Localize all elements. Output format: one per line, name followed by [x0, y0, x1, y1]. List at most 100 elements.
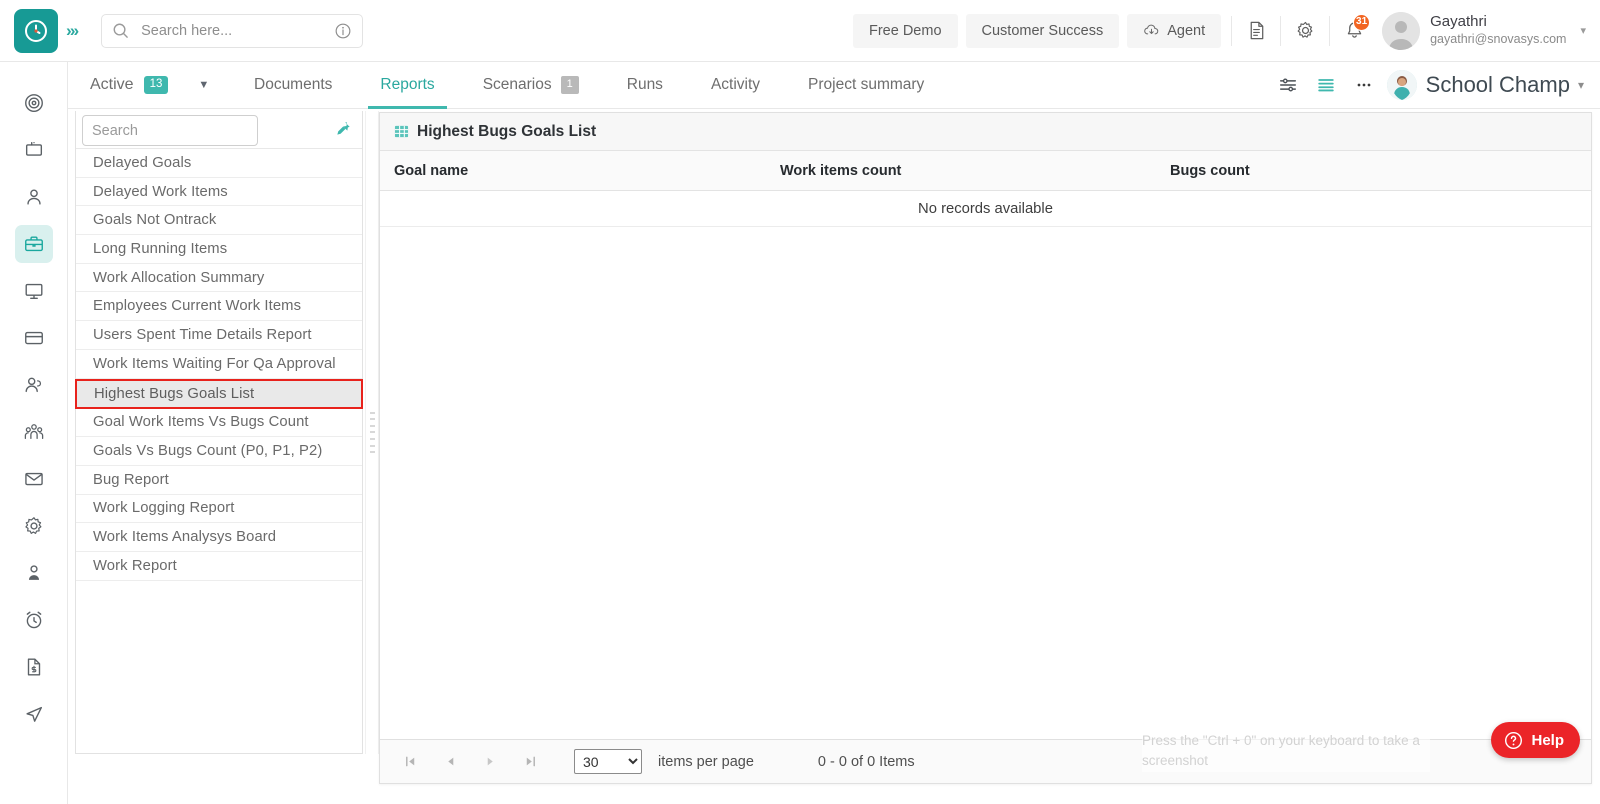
sidebar-item-mail[interactable] — [15, 460, 53, 498]
info-icon[interactable] — [334, 22, 352, 40]
search-icon — [112, 22, 129, 39]
presentation-icon — [25, 141, 42, 156]
list-item[interactable]: Work Items Waiting For Qa Approval — [76, 350, 362, 379]
tab-documents[interactable]: Documents — [230, 62, 356, 109]
pin-icon[interactable] — [334, 120, 352, 143]
tab-runs[interactable]: Runs — [603, 62, 687, 109]
tab-label: Project summary — [808, 76, 925, 93]
grid-title-bar: Highest Bugs Goals List — [380, 113, 1591, 151]
list-item[interactable]: Work Items Analysys Board — [76, 523, 362, 552]
page-title: Highest Bugs Goals List — [417, 122, 597, 140]
sidebar-item-account[interactable] — [15, 554, 53, 592]
gear-icon — [24, 517, 41, 534]
notification-badge: 31 — [1353, 13, 1371, 31]
sub-header: Active 13 ▼ Documents Reports Scenarios … — [68, 62, 1600, 109]
customer-success-button[interactable]: Customer Success — [965, 13, 1120, 48]
tab-activity[interactable]: Activity — [687, 62, 784, 109]
tab-badge: 1 — [560, 76, 579, 94]
status-filter[interactable]: Active 13 ▼ — [68, 76, 230, 94]
document-icon[interactable] — [1234, 9, 1278, 53]
sidebar-item-goals[interactable] — [15, 84, 53, 122]
tab-reports[interactable]: Reports — [356, 62, 458, 109]
sliders-icon[interactable] — [1269, 66, 1307, 104]
user-info: Gayathri gayathri@snovasys.com — [1430, 13, 1566, 47]
page-next-icon[interactable] — [470, 742, 510, 782]
sidebar-item-profile[interactable] — [15, 178, 53, 216]
column-header-work-items-count[interactable]: Work items count — [780, 163, 1170, 179]
gear-icon[interactable] — [1283, 9, 1327, 53]
free-demo-button[interactable]: Free Demo — [852, 13, 958, 48]
list-item[interactable]: Delayed Goals — [76, 149, 362, 178]
sidebar-item-desktop[interactable] — [15, 272, 53, 310]
chevron-down-icon[interactable]: ▾ — [1578, 78, 1584, 92]
user-name: Gayathri — [1430, 13, 1487, 31]
project-name[interactable]: School Champ — [1426, 72, 1570, 98]
sidebar-item-clients[interactable] — [15, 366, 53, 404]
search-input[interactable] — [141, 22, 335, 39]
monitor-icon — [25, 283, 42, 300]
report-grid-panel: Highest Bugs Goals List Goal name Work i… — [379, 112, 1592, 784]
list-item[interactable]: Bug Report — [76, 466, 362, 495]
chevron-down-icon[interactable]: ▾ — [1580, 24, 1586, 37]
tab-label: Activity — [710, 76, 761, 93]
sidebar-item-payments[interactable] — [15, 319, 53, 357]
tab-scenarios[interactable]: Scenarios 1 — [459, 62, 603, 109]
sidebar-item-presentations[interactable] — [15, 131, 53, 169]
list-item[interactable]: Work Report — [76, 552, 362, 581]
tab-bar: Documents Reports Scenarios 1 Runs Activ… — [230, 62, 948, 109]
panel-splitter[interactable] — [365, 111, 379, 754]
chevrons-right-icon[interactable]: »› — [66, 21, 79, 41]
clock-logo-icon[interactable] — [14, 8, 58, 53]
sidebar-item-invoices[interactable] — [15, 648, 53, 686]
help-button[interactable]: Help — [1491, 722, 1580, 758]
divider — [1231, 15, 1233, 46]
target-icon — [24, 94, 43, 112]
tab-label: Scenarios — [482, 76, 552, 93]
page-size-select[interactable]: 30 — [574, 749, 642, 774]
list-item[interactable]: Employees Current Work Items — [76, 292, 362, 322]
list-item[interactable]: Delayed Work Items — [76, 178, 362, 207]
tab-label: Documents — [254, 76, 333, 93]
question-circle-icon — [1504, 731, 1523, 750]
list-item[interactable]: Work Logging Report — [76, 495, 362, 524]
left-nav-rail — [0, 62, 68, 804]
chevron-down-icon[interactable]: ▼ — [198, 79, 209, 91]
list-item[interactable]: Goal Work Items Vs Bugs Count — [76, 409, 362, 438]
sub-header-actions: School Champ ▾ — [1269, 66, 1600, 104]
column-header-goal-name[interactable]: Goal name — [380, 163, 780, 179]
sidebar-item-settings[interactable] — [15, 507, 53, 545]
column-header-bugs-count[interactable]: Bugs count — [1170, 163, 1550, 179]
page-first-icon[interactable] — [390, 742, 430, 782]
pager-range-label: 0 - 0 of 0 Items — [817, 753, 915, 770]
list-item-selected[interactable]: Highest Bugs Goals List — [75, 378, 363, 409]
bell-icon[interactable]: 31 — [1332, 9, 1376, 53]
app-root: »› Free Demo Customer Success — [0, 0, 1600, 804]
list-item[interactable]: Goals Not Ontrack — [76, 206, 362, 236]
list-item[interactable]: Long Running Items — [76, 235, 362, 264]
sidebar-item-send[interactable] — [15, 695, 53, 733]
status-label: Active — [90, 76, 134, 93]
agent-button[interactable]: Agent — [1127, 13, 1222, 48]
agent-button-label: Agent — [1167, 22, 1206, 39]
list-item[interactable]: Work Allocation Summary — [76, 264, 362, 293]
global-search[interactable] — [101, 13, 364, 48]
page-last-icon[interactable] — [510, 742, 550, 782]
sidebar-item-projects[interactable] — [14, 225, 53, 263]
sidebar-item-timesheet[interactable] — [15, 601, 53, 639]
reports-search-input[interactable] — [82, 115, 258, 146]
tab-project-summary[interactable]: Project summary — [784, 62, 948, 109]
grid-header-row: Goal name Work items count Bugs count — [380, 151, 1591, 191]
divider — [1329, 15, 1331, 46]
list-view-icon[interactable] — [1307, 66, 1345, 104]
person-icon — [26, 189, 41, 205]
page-prev-icon[interactable] — [430, 742, 470, 782]
more-horizontal-icon[interactable] — [1345, 66, 1383, 104]
top-header: »› Free Demo Customer Success — [0, 0, 1600, 62]
briefcase-icon — [24, 236, 43, 252]
sidebar-item-teams[interactable] — [15, 413, 53, 451]
user-menu[interactable]: Gayathri gayathri@snovasys.com ▾ — [1382, 11, 1600, 50]
list-item[interactable]: Users Spent Time Details Report — [76, 321, 362, 350]
list-item[interactable]: Goals Vs Bugs Count (P0, P1, P2) — [76, 437, 362, 466]
grid-icon — [394, 124, 409, 139]
status-badge: 13 — [143, 76, 169, 94]
